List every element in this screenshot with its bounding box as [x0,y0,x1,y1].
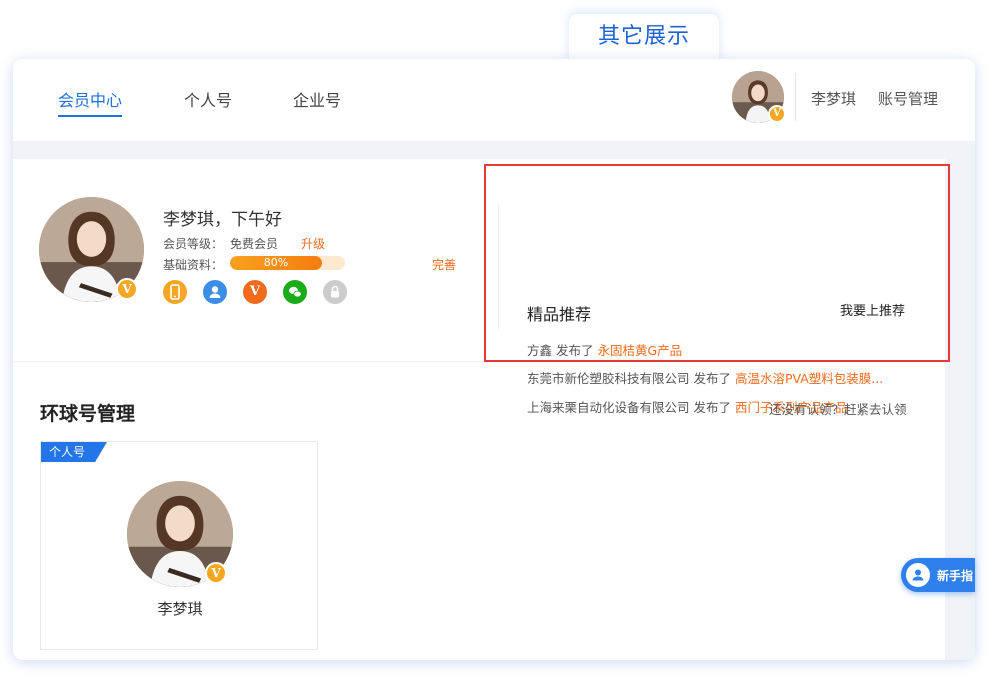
recommend-company: 方鑫 [527,343,553,358]
account-manage-link[interactable]: 账号管理 [878,88,938,109]
recommend-title: 精品推荐 [527,305,592,324]
recommend-verb: 发布了 [689,371,735,386]
member-level-value: 免费会员 [230,237,279,251]
top-nav: 会员中心 个人号 企业号 V 李梦琪 账号管理 [13,59,975,141]
profile-divider [498,204,499,329]
account-card[interactable]: 个人号 V 李梦琪 [40,441,318,650]
vip-badge-icon: V [205,562,227,584]
global-account-title: 环球号管理 [40,403,136,425]
recommend-product-link[interactable]: 高温水溶PVA塑料包装膜... [735,371,883,386]
nav-divider [795,73,796,121]
vip-badge-icon: V [768,105,786,123]
card-user-name: 李梦琪 [157,600,203,618]
profile-section: V 李梦琪，下午好 会员等级： 免费会员 升级 基础资料： 80% 完善 V 精… [13,159,945,415]
guide-label: 新手指 [937,569,974,583]
upgrade-link[interactable]: 升级 [301,235,325,252]
other-display-tab[interactable]: 其它展示 [569,14,719,64]
vip-badge-icon: V [116,278,138,300]
recommend-verb: 发布了 [552,343,598,358]
recommend-company: 上海来栗自动化设备有限公司 [527,400,690,415]
member-level-label: 会员等级： [163,237,224,251]
tab-enterprise-account[interactable]: 企业号 [293,87,341,117]
progress-text: 80% [263,256,289,269]
recommend-item: 东莞市新伦塑胶科技有限公司 发布了 高温水溶PVA塑料包装膜... [527,368,883,387]
main-frame: 会员中心 个人号 企业号 V 李梦琪 账号管理 V 李梦琪，下午好 会员等级： … [13,59,975,660]
nav-user-name[interactable]: 李梦琪 [811,88,856,109]
recommend-product-link[interactable]: 永固桔黄G产品 [597,343,682,358]
profile-progress-bar: 80% [230,256,345,270]
recommend-apply-link[interactable]: 我要上推荐 [840,300,905,319]
vip-icon[interactable]: V [243,280,267,304]
other-display-label: 其它展示 [597,24,690,49]
recommend-verb: 发布了 [689,400,735,415]
tab-member-center[interactable]: 会员中心 [58,87,123,117]
beginner-guide-button[interactable]: 新手指 [901,558,975,592]
phone-icon[interactable] [163,280,187,304]
claim-link[interactable]: 还没有认领？赶紧去认领 [769,399,907,418]
gray-band [13,141,975,159]
greeting: 李梦琪，下午好 [163,210,282,230]
guide-user-icon [904,561,932,589]
nav-avatar[interactable]: V [732,71,786,123]
recommend-company: 东莞市新伦塑胶科技有限公司 [527,371,690,386]
recommend-item: 方鑫 发布了 永固桔黄G产品 [527,340,682,359]
user-icon[interactable] [203,280,227,304]
account-type-tag: 个人号 [41,442,107,462]
complete-profile-link[interactable]: 完善 [432,256,456,273]
basic-info-label: 基础资料： [163,258,224,272]
lock-icon[interactable] [323,280,347,304]
tab-personal-account[interactable]: 个人号 [184,87,232,117]
wechat-icon[interactable] [283,280,307,304]
